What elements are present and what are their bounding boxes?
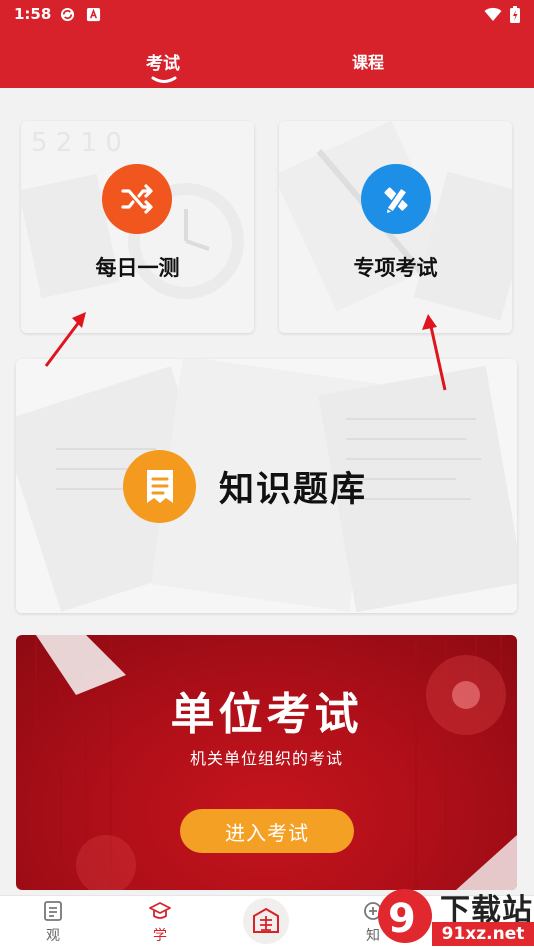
article-icon <box>44 901 62 921</box>
special-exam-label: 专项考试 <box>353 255 438 280</box>
promo-title: 单位考试 <box>170 689 363 740</box>
sync-icon <box>60 7 75 22</box>
graduation-cap-icon <box>149 902 171 919</box>
battery-icon <box>510 6 520 23</box>
promo-subtitle: 机关单位组织的考试 <box>189 749 343 768</box>
nav-view-label: 观 <box>46 928 60 944</box>
daily-test-label: 每日一测 <box>95 255 180 280</box>
nav-learn[interactable]: 学 <box>130 900 190 945</box>
status-bar: 1:58 <box>0 0 534 30</box>
shuffle-icon <box>102 164 172 234</box>
nav-learn-label: 学 <box>153 928 167 944</box>
wifi-icon <box>484 7 502 21</box>
nav-view[interactable]: 观 <box>23 900 83 945</box>
daily-test-card[interactable]: 5 2 1 0 每日一测 <box>21 121 254 333</box>
enter-exam-button[interactable]: 进入考试 <box>180 809 354 853</box>
tab-course[interactable]: 课程 <box>352 49 384 73</box>
seal-icon[interactable] <box>243 898 289 944</box>
question-bank-label: 知识题库 <box>219 469 368 510</box>
tab-active-indicator <box>151 76 177 83</box>
keyboard-icon <box>86 7 101 22</box>
watermark-logo: 9 <box>378 889 432 943</box>
app-header: 1:58 考试 课程 <box>0 0 534 88</box>
document-icon <box>123 450 196 523</box>
svg-text:9: 9 <box>388 896 416 942</box>
watermark-site: 91xz.net <box>432 922 534 946</box>
status-time: 1:58 <box>14 5 52 23</box>
special-exam-card[interactable]: 专项考试 <box>279 121 512 333</box>
question-bank-card[interactable]: 知识题库 <box>16 359 517 613</box>
tab-exam[interactable]: 考试 <box>146 49 180 74</box>
pencil-ruler-icon <box>361 164 431 234</box>
svg-text:5 2 1 0: 5 2 1 0 <box>31 128 122 158</box>
top-tabs: 考试 课程 <box>0 44 534 88</box>
unit-exam-banner[interactable]: 单位考试 机关单位组织的考试 进入考试 <box>16 635 517 890</box>
site-watermark: 9 下载站 91xz.net <box>372 882 534 950</box>
